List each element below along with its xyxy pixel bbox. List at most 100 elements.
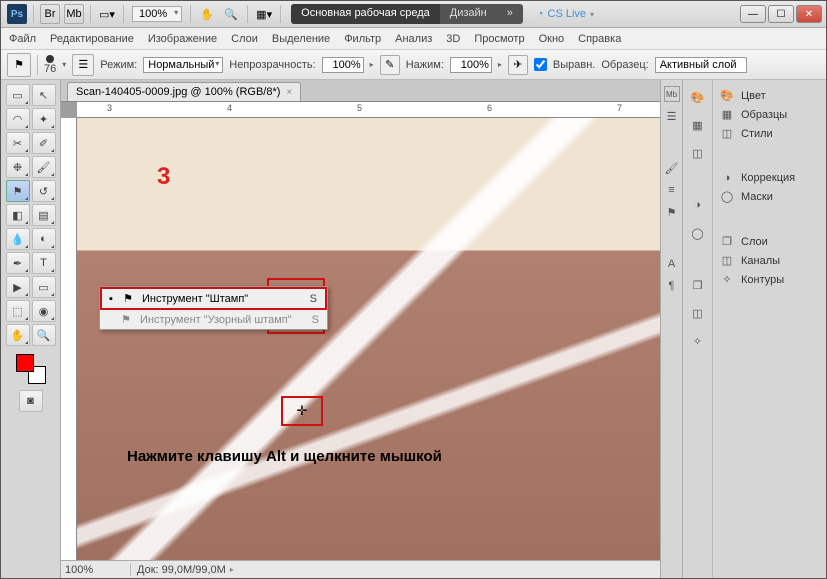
menu-help[interactable]: Справка [578, 33, 621, 45]
minibridge-button[interactable]: Mb [64, 4, 84, 24]
stamp-tool-flyout: ▪⚑ Инструмент "Штамп"S ⚑ Инструмент "Узо… [99, 286, 328, 330]
rail-brush-icon[interactable]: 🖌 [664, 160, 680, 176]
annotation-text: Нажмите клавишу Alt и щелкните мышкой [127, 448, 442, 465]
eraser-tool[interactable]: ◧ [6, 204, 30, 226]
mode-label: Режим: [100, 59, 137, 71]
crop-tool[interactable]: ✂ [6, 132, 30, 154]
document-tab[interactable]: Scan-140405-0009.jpg @ 100% (RGB/8*) × [67, 82, 301, 101]
status-zoom[interactable]: 100% [61, 564, 131, 576]
panel-paths[interactable]: ✧Контуры [717, 270, 822, 289]
history-brush-tool[interactable]: ↺ [32, 180, 56, 202]
rail-para-icon[interactable]: ¶ [664, 278, 680, 294]
camera-tool[interactable]: ◉ [32, 300, 56, 322]
menu-layers[interactable]: Слои [231, 33, 258, 45]
panel-icon-paths[interactable]: ✧ [688, 332, 708, 350]
zoom-icon[interactable]: 🔍 [221, 4, 241, 24]
dodge-tool[interactable]: ◐ [32, 228, 56, 250]
workspace-switcher[interactable]: Основная рабочая среда Дизайн » [291, 4, 523, 24]
status-docsize[interactable]: Док: 99,0M/99,0M [131, 564, 226, 576]
menu-analysis[interactable]: Анализ [395, 33, 432, 45]
pressure-opacity-icon[interactable]: ✎ [380, 55, 400, 75]
arrange-docs-button[interactable]: ▦▾ [254, 4, 274, 24]
app-icon: Ps [7, 4, 27, 24]
opacity-input[interactable]: 100% [322, 57, 364, 73]
maximize-button[interactable]: ☐ [768, 5, 794, 23]
move-tool[interactable]: ▭ [6, 84, 30, 106]
menu-select[interactable]: Выделение [272, 33, 330, 45]
workspace-tab-active[interactable]: Основная рабочая среда [291, 4, 440, 24]
panel-icon-masks[interactable]: ◯ [688, 224, 708, 242]
canvas[interactable]: 3 ✛ Нажмите клавишу Alt и щелкните мышко… [77, 118, 660, 560]
brush-panel-toggle[interactable]: ☰ [72, 54, 94, 76]
close-button[interactable]: ✕ [796, 5, 822, 23]
cslive-button[interactable]: ◔CS Live▾ [537, 8, 594, 20]
panel-icon-channels[interactable]: ◫ [688, 304, 708, 322]
sample-label: Образец: [601, 59, 648, 71]
flow-input[interactable]: 100% [450, 57, 492, 73]
panel-icon-swatches[interactable]: ▦ [688, 116, 708, 134]
rail-clonesource-icon[interactable]: ⚑ [664, 204, 680, 220]
hand-icon[interactable]: ✋ [197, 4, 217, 24]
panel-adjust[interactable]: ◑Коррекция [717, 169, 822, 187]
brush-tool[interactable]: 🖌 [32, 156, 56, 178]
blend-mode-select[interactable]: Нормальный [143, 57, 223, 73]
path-select-tool[interactable]: ▶ [6, 276, 30, 298]
pen-tool[interactable]: ✒ [6, 252, 30, 274]
flyout-item-pattern-stamp[interactable]: ⚑ Инструмент "Узорный штамп"S [100, 310, 327, 329]
zoom-tool[interactable]: 🔍 [32, 324, 56, 346]
menu-bar: Файл Редактирование Изображение Слои Выд… [1, 28, 826, 50]
current-tool-icon[interactable]: ⚑ [7, 53, 31, 77]
flow-label: Нажим: [406, 59, 444, 71]
rail-history-icon[interactable]: ☰ [664, 108, 680, 124]
lasso-tool[interactable]: ◠ [6, 108, 30, 130]
rail-mb-icon[interactable]: Mb [664, 86, 680, 102]
type-tool[interactable]: T [32, 252, 56, 274]
opacity-label: Непрозрачность: [229, 59, 315, 71]
panel-icon-layers[interactable]: ❐ [688, 276, 708, 294]
menu-edit[interactable]: Редактирование [50, 33, 134, 45]
panel-styles[interactable]: ◫Стили [717, 124, 822, 143]
brush-preset-picker[interactable]: 76 [44, 55, 56, 75]
shape-tool[interactable]: ▭ [32, 276, 56, 298]
stamp-tool[interactable]: ⚑ [6, 180, 30, 202]
heal-tool[interactable]: ❉ [6, 156, 30, 178]
airbrush-icon[interactable]: ✈ [508, 55, 528, 75]
wand-tool[interactable]: ✦ [32, 108, 56, 130]
menu-file[interactable]: Файл [9, 33, 36, 45]
blur-tool[interactable]: 💧 [6, 228, 30, 250]
options-bar: ⚑ 76 ▾ ☰ Режим: Нормальный Непрозрачност… [1, 50, 826, 80]
3d-tool[interactable]: ⬚ [6, 300, 30, 322]
bridge-button[interactable]: Br [40, 4, 60, 24]
ruler-horizontal: 3 4 5 6 7 [77, 102, 660, 118]
menu-view[interactable]: Просмотр [474, 33, 524, 45]
panel-color[interactable]: 🎨Цвет [717, 86, 822, 105]
minimize-button[interactable]: — [740, 5, 766, 23]
panel-layers[interactable]: ❐Слои [717, 232, 822, 251]
panel-channels[interactable]: ◫Каналы [717, 251, 822, 270]
panel-icon-adjust[interactable]: ◑ [688, 196, 708, 214]
panel-icon-styles[interactable]: ◫ [688, 144, 708, 162]
zoom-select[interactable]: 100% [132, 6, 182, 22]
menu-filter[interactable]: Фильтр [344, 33, 381, 45]
color-swatches[interactable] [16, 354, 46, 384]
rail-char-icon[interactable]: A [664, 256, 680, 272]
screen-mode-button[interactable]: ▭▾ [97, 4, 117, 24]
sample-select[interactable]: Активный слой [655, 57, 747, 73]
hand-tool[interactable]: ✋ [6, 324, 30, 346]
eyedropper-tool[interactable]: ✐ [32, 132, 56, 154]
rail-brushpresets-icon[interactable]: ≡ [664, 182, 680, 198]
close-tab-icon[interactable]: × [286, 87, 292, 98]
quickmask-toggle[interactable]: ◙ [19, 390, 43, 412]
marquee-tool[interactable]: ↖ [32, 84, 56, 106]
panel-swatches[interactable]: ▦Образцы [717, 105, 822, 124]
workspace-tab-design[interactable]: Дизайн [440, 4, 497, 24]
flyout-item-clone-stamp[interactable]: ▪⚑ Инструмент "Штамп"S [100, 287, 327, 310]
workspace-more-icon[interactable]: » [497, 4, 523, 24]
panel-icon-color[interactable]: 🎨 [688, 88, 708, 106]
menu-window[interactable]: Окно [539, 33, 565, 45]
menu-3d[interactable]: 3D [446, 33, 460, 45]
menu-image[interactable]: Изображение [148, 33, 217, 45]
aligned-checkbox[interactable] [534, 58, 547, 71]
panel-masks[interactable]: ◯Маски [717, 187, 822, 206]
gradient-tool[interactable]: ▤ [32, 204, 56, 226]
